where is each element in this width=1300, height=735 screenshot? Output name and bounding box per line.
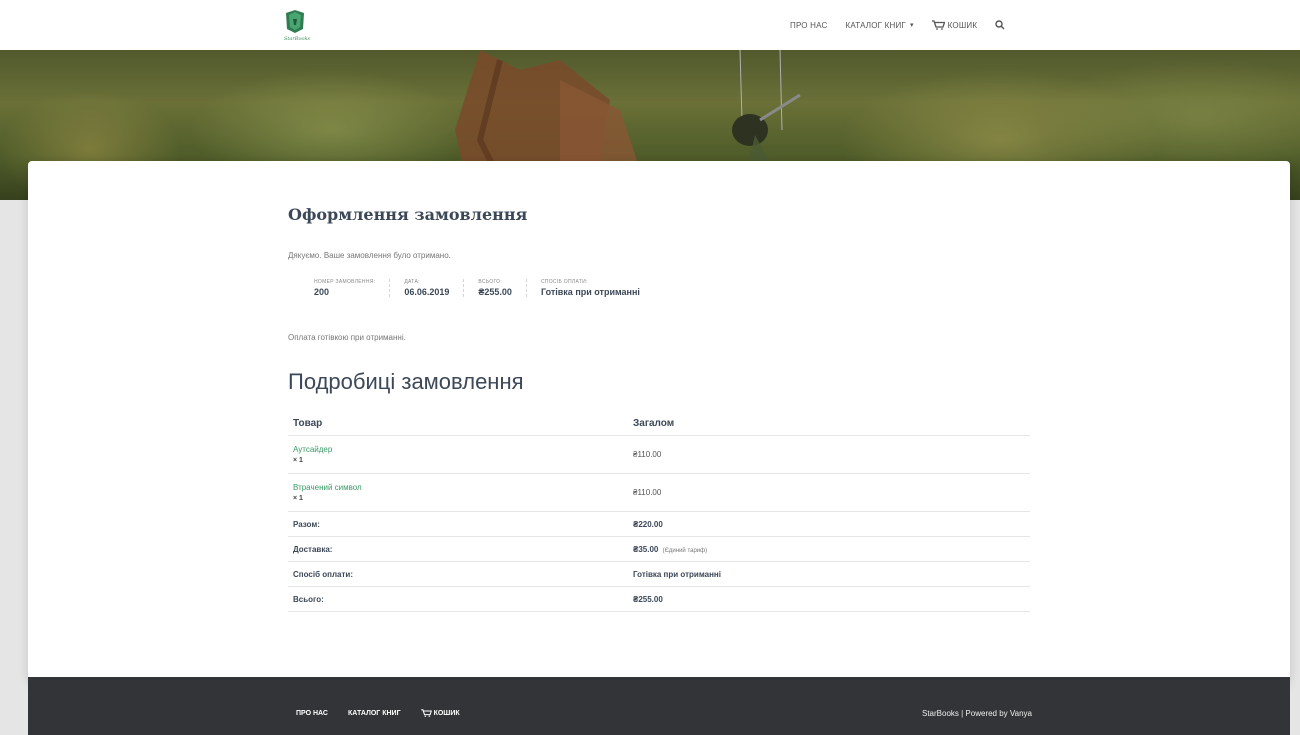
total-value: ₴35.00 (Єдиний тариф) [628,536,1030,562]
order-details-table: Товар Загалом Аутсайдер × 1 ₴110.00 Втра… [288,411,1030,612]
order-overview: НОМЕР ЗАМОВЛЕННЯ: 200 ДАТА: 06.06.2019 В… [314,279,654,297]
footer-nav: ПРО НАС КАТАЛОГ КНИГ КОШИК [296,709,480,717]
overview-order-number: НОМЕР ЗАМОВЛЕННЯ: 200 [314,279,391,297]
product-cell: Втрачений символ × 1 [288,473,628,512]
chevron-down-icon: ▾ [909,22,914,29]
table-row: Аутсайдер × 1 ₴110.00 [288,435,1030,474]
nav-cart-label: КОШИК [947,20,978,30]
table-row: Спосіб оплати: Готівка при отриманні [288,561,1030,587]
cart-icon [420,709,432,717]
footer-copyright: StarBooks | Powered by Vanya [922,709,1032,718]
shipping-value: ₴35.00 [633,544,659,554]
thanks-message: Дякуємо. Ваше замовлення було отримано. [288,251,451,260]
payment-note: Оплата готівкою при отриманні. [288,333,406,342]
overview-value: 06.06.2019 [404,287,450,297]
overview-label: ВСЬОГО: [478,279,503,285]
logo-text: StarBooks [284,36,311,42]
product-link[interactable]: Аутсайдер [293,445,623,454]
footer-nav-catalog[interactable]: КАТАЛОГ КНИГ [348,709,401,717]
footer-nav-catalog-label: КАТАЛОГ КНИГ [348,709,401,717]
overview-value: 200 [314,287,330,297]
product-link[interactable]: Втрачений символ [293,483,623,492]
header-product: Товар [288,411,628,436]
total-label: Спосіб оплати: [288,561,628,587]
total-label: Разом: [288,511,628,537]
overview-payment-method: СПОСІБ ОПЛАТИ: Готівка при отриманні [527,279,654,297]
table-row: Разом: ₴220.00 [288,511,1030,537]
order-details-title: Подробиці замовлення [288,369,524,394]
payment-method-value: Готівка при отриманні [633,569,721,579]
total-value: ₴255.00 [628,586,1030,612]
table-row: Всього: ₴255.00 [288,586,1030,612]
product-price: ₴110.00 [628,473,1030,512]
search-icon[interactable] [995,20,1005,30]
shipping-method-note: (Єдиний тариф) [662,547,708,554]
product-quantity: × 1 [293,457,303,464]
footer-nav-about-label: ПРО НАС [296,709,328,717]
subtotal-value: ₴220.00 [633,519,663,529]
total-label: Доставка: [288,536,628,562]
overview-total: ВСЬОГО: ₴255.00 [464,279,527,297]
product-quantity: × 1 [293,495,303,502]
total-label: Всього: [288,586,628,612]
overview-label: НОМЕР ЗАМОВЛЕННЯ: [314,279,376,285]
overview-value: ₴255.00 [478,287,512,297]
footer-nav-about[interactable]: ПРО НАС [296,709,328,717]
nav-catalog[interactable]: КАТАЛОГ КНИГ ▾ [845,21,913,30]
overview-label: ДАТА: [404,279,420,285]
order-card: Оформлення замовлення Дякуємо. Ваше замо… [28,161,1290,681]
footer-nav-cart[interactable]: КОШИК [420,709,460,717]
site-logo[interactable]: StarBooks [284,9,334,45]
table-row: Втрачений символ × 1 ₴110.00 [288,473,1030,512]
total-value: Готівка при отриманні [628,561,1030,587]
nav-catalog-label: КАТАЛОГ КНИГ [845,20,906,30]
nav-cart[interactable]: КОШИК [931,20,978,30]
nav-about-label: ПРО НАС [790,20,828,30]
footer-nav-cart-label: КОШИК [433,709,460,717]
total-value: ₴220.00 [628,511,1030,537]
main-nav: ПРО НАС КАТАЛОГ КНИГ ▾ КОШИК [790,0,1005,50]
table-row: Доставка: ₴35.00 (Єдиний тариф) [288,536,1030,562]
overview-value: Готівка при отриманні [540,287,640,297]
nav-about[interactable]: ПРО НАС [790,21,827,30]
top-navbar: StarBooks ПРО НАС КАТАЛОГ КНИГ ▾ КОШИК [0,0,1300,50]
grand-total-value: ₴255.00 [633,594,663,604]
book-logo-icon [286,10,304,33]
cart-icon [931,20,945,30]
overview-label: СПОСІБ ОПЛАТИ: [540,279,588,285]
product-cell: Аутсайдер × 1 [288,435,628,474]
page-title: Оформлення замовлення [288,205,528,224]
table-header-row: Товар Загалом [288,411,1030,436]
product-price: ₴110.00 [628,435,1030,474]
header-total: Загалом [628,411,1030,436]
site-footer: ПРО НАС КАТАЛОГ КНИГ КОШИК StarBooks | P… [28,677,1290,735]
overview-date: ДАТА: 06.06.2019 [390,279,465,297]
